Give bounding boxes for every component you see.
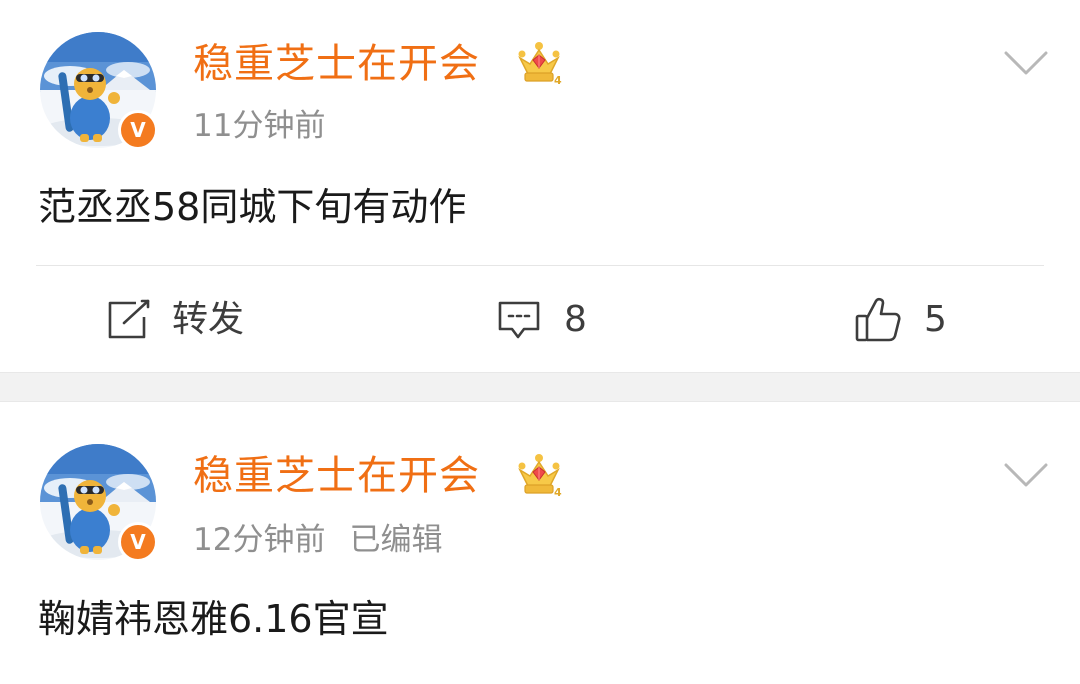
comment-icon <box>498 301 540 339</box>
like-button[interactable]: 5 <box>854 294 947 346</box>
divider <box>36 265 1044 266</box>
verified-badge: V <box>118 110 158 150</box>
repost-button[interactable]: 转发 <box>106 294 244 346</box>
edited-label: 已编辑 <box>349 522 443 558</box>
thumbs-up-icon <box>855 297 901 342</box>
post-meta: 11分钟前 <box>193 106 325 146</box>
post-text: 鞠婧祎恩雅6.16官宣 <box>38 597 389 641</box>
edit-square-icon <box>108 299 150 339</box>
like-count: 5 <box>924 299 947 340</box>
crown-icon[interactable]: 4 <box>516 452 562 498</box>
username[interactable]: 稳重芝士在开会 <box>193 450 480 502</box>
post-meta: 12分钟前 已编辑 <box>193 520 442 560</box>
crown-icon[interactable]: 4 <box>516 40 562 86</box>
post-card[interactable]: V 稳重芝士在开会 4 12分钟前 已编辑 鞠婧祎恩雅6.16官宣 <box>0 402 1080 684</box>
username[interactable]: 稳重芝士在开会 <box>193 38 480 90</box>
repost-label: 转发 <box>172 299 245 340</box>
comment-button[interactable]: 8 <box>496 294 587 346</box>
comment-count: 8 <box>564 299 587 340</box>
post-time: 12分钟前 <box>193 522 326 558</box>
post-text: 范丞丞58同城下旬有动作 <box>38 185 467 229</box>
post-separator <box>0 372 1080 402</box>
chevron-down-icon[interactable] <box>1003 48 1049 78</box>
verified-badge: V <box>118 522 158 562</box>
svg-text:4: 4 <box>554 486 562 498</box>
chevron-down-icon[interactable] <box>1003 460 1049 490</box>
post-card[interactable]: V 稳重芝士在开会 4 11分钟前 范丞丞58同城下旬有动作 转发 8 5 <box>0 0 1080 372</box>
post-time: 11分钟前 <box>193 108 326 144</box>
svg-text:4: 4 <box>554 74 562 86</box>
